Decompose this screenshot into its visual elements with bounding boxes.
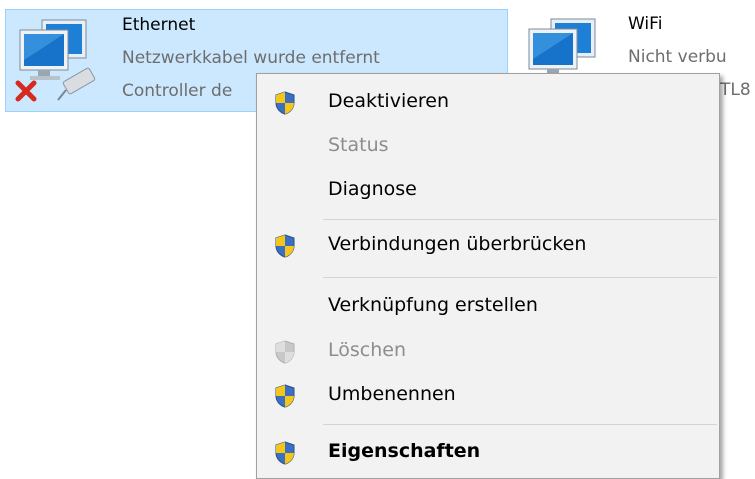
menu-item-loeschen: Löschen: [257, 330, 719, 374]
menu-separator: [323, 219, 717, 220]
menu-item-status: Status: [257, 125, 719, 169]
uac-shield-icon: [275, 234, 295, 258]
menu-item-label: Umbenennen: [328, 383, 456, 405]
menu-item-label: Verbindungen überbrücken: [328, 233, 587, 255]
adapter-device: Controller de: [122, 81, 233, 101]
menu-item-label: Status: [328, 134, 389, 156]
menu-separator: [323, 424, 717, 425]
uac-shield-icon: [275, 384, 295, 408]
menu-item-label: Deaktivieren: [328, 90, 450, 112]
menu-item-verknuepfung-erstellen[interactable]: Verknüpfung erstellen: [257, 285, 719, 329]
menu-item-eigenschaften[interactable]: Eigenschaften: [257, 431, 719, 475]
uac-shield-icon: [275, 441, 295, 465]
menu-item-label: Diagnose: [328, 178, 417, 200]
menu-item-label: Löschen: [328, 339, 406, 361]
menu-item-deaktivieren[interactable]: Deaktivieren: [257, 81, 719, 125]
uac-shield-icon: [275, 91, 295, 115]
adapter-device: TL8: [720, 80, 751, 100]
context-menu: Deaktivieren Status Diagnose Verbindunge…: [256, 73, 720, 479]
adapter-status: Nicht verbu: [628, 47, 727, 67]
adapter-status: Netzwerkkabel wurde entfernt: [122, 48, 380, 68]
menu-item-umbenennen[interactable]: Umbenennen: [257, 374, 719, 418]
menu-separator: [323, 277, 717, 278]
menu-item-verbindungen-ueberbruecken[interactable]: Verbindungen überbrücken: [257, 224, 719, 268]
uac-shield-icon-disabled: [275, 340, 295, 364]
menu-item-diagnose[interactable]: Diagnose: [257, 169, 719, 213]
adapter-name: WiFi: [628, 14, 663, 34]
disconnected-x-icon: [15, 80, 37, 102]
adapter-name: Ethernet: [122, 15, 196, 35]
menu-item-label: Verknüpfung erstellen: [328, 294, 538, 316]
menu-item-label: Eigenschaften: [328, 440, 481, 462]
